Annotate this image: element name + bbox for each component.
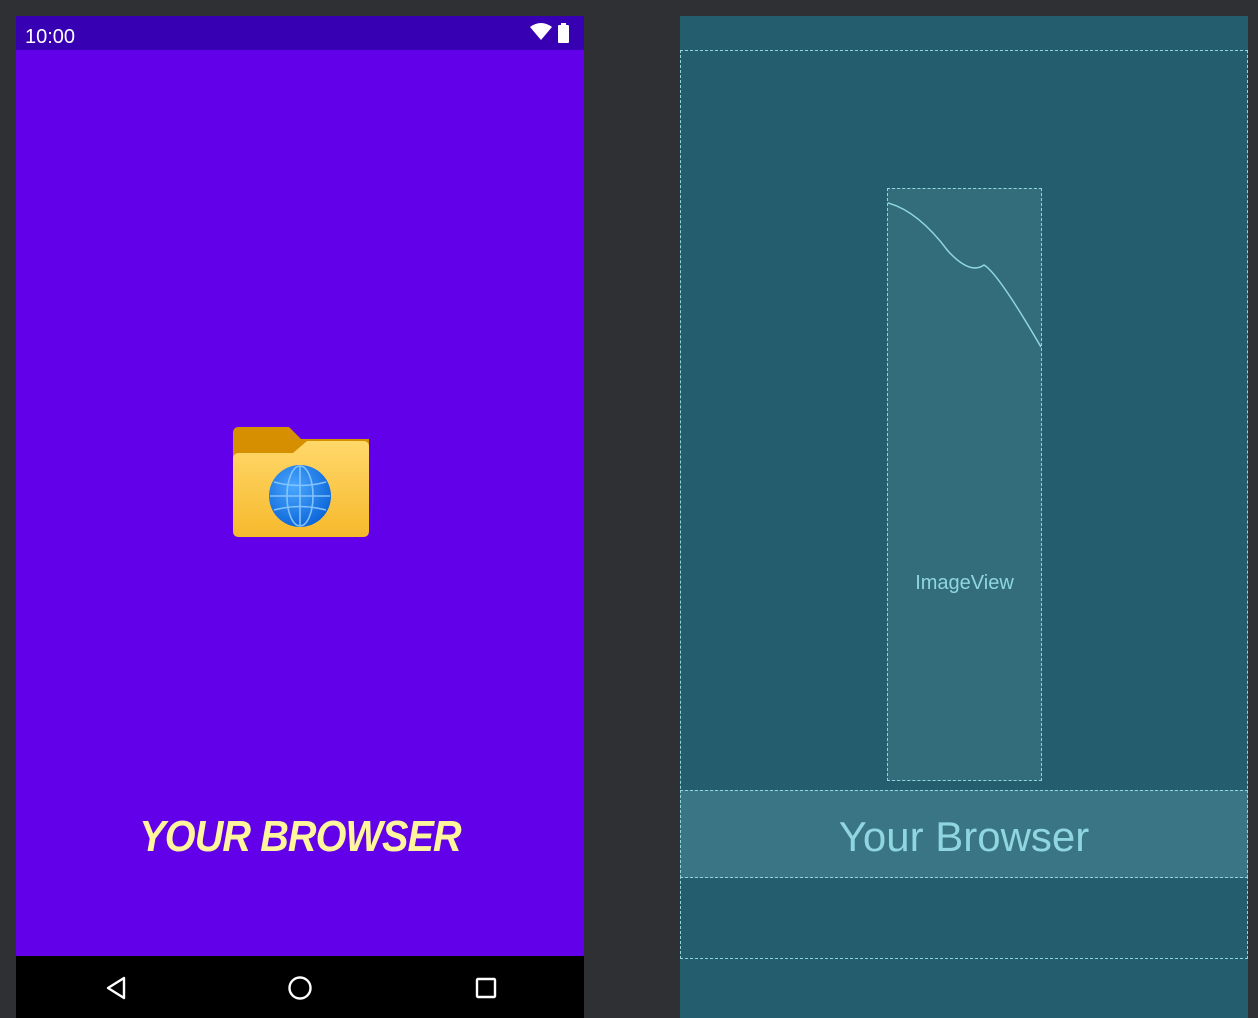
status-bar: 10:00 (16, 16, 584, 50)
design-preview: 10:00 YOUR BROWSER (16, 16, 584, 1018)
blueprint-text-view[interactable]: Your Browser (680, 790, 1248, 878)
blueprint-preview: ImageView Your Browser (680, 16, 1248, 1018)
blueprint-image-view[interactable]: ImageView (887, 188, 1042, 781)
battery-icon (558, 23, 569, 43)
home-button[interactable] (286, 974, 314, 1002)
back-icon (106, 976, 126, 1000)
recents-button[interactable] (472, 974, 500, 1002)
wifi-icon (530, 23, 552, 40)
image-view-placeholder-curve (888, 202, 1041, 348)
home-icon (288, 976, 312, 1000)
back-button[interactable] (102, 974, 130, 1002)
status-icons (528, 21, 572, 45)
folder-globe-icon (233, 427, 369, 537)
recents-icon (475, 977, 497, 999)
navigation-bar (16, 956, 584, 1018)
text-view-label: Your Browser (838, 813, 1090, 860)
image-view-label: ImageView (915, 572, 1014, 594)
brand-title: YOUR BROWSER (139, 812, 461, 861)
status-time: 10:00 (25, 26, 76, 48)
